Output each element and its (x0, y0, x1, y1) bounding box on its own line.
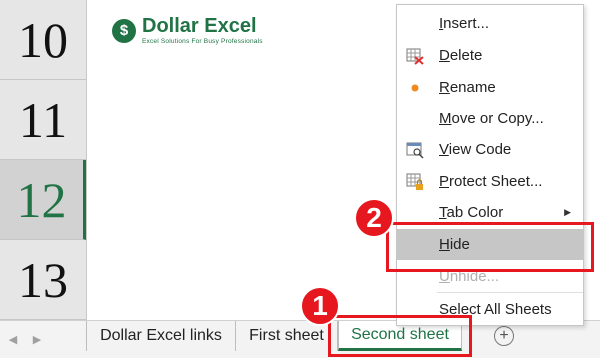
menu-item-label: Delete (439, 47, 483, 64)
plus-circle-icon[interactable]: + (494, 326, 514, 346)
protect-sheet-icon (405, 172, 425, 192)
menu-item-delete[interactable]: Delete (397, 40, 583, 71)
menu-item-insert[interactable]: Insert... (397, 8, 583, 39)
delete-sheet-icon (405, 46, 425, 66)
logo-text: Dollar Excel Excel Solutions For Busy Pr… (142, 16, 263, 45)
tab-dollar-excel-links[interactable]: Dollar Excel links (86, 321, 236, 351)
menu-item-view-code[interactable]: View Code (397, 134, 583, 165)
row-header-column: 10 11 12 13 (0, 0, 87, 320)
row-header-10[interactable]: 10 (0, 0, 86, 80)
dollar-sign-icon: $ (112, 18, 136, 43)
logo-title: Dollar Excel (142, 15, 257, 37)
second-sheet-callout-box (328, 315, 472, 357)
menu-item-move-or-copy[interactable]: Move or Copy... (397, 103, 583, 134)
row-header-11[interactable]: 11 (0, 80, 86, 160)
step-1-badge: 1 (300, 286, 340, 326)
rename-dot-icon (405, 78, 425, 98)
menu-item-label: Move or Copy... (439, 110, 544, 127)
row-header-13[interactable]: 13 (0, 240, 86, 320)
chevron-left-icon[interactable]: ◀ (6, 332, 20, 346)
submenu-arrow-icon: ▶ (564, 207, 571, 217)
hide-callout-box (386, 222, 594, 272)
menu-item-rename[interactable]: Rename (397, 72, 583, 103)
row-header-12[interactable]: 12 (0, 160, 86, 240)
menu-item-label: Tab Color (439, 204, 504, 221)
menu-item-label: View Code (439, 141, 512, 158)
menu-separator (437, 292, 583, 293)
menu-item-protect-sheet[interactable]: Protect Sheet... (397, 166, 583, 197)
chevron-right-icon[interactable]: ▶ (30, 332, 44, 346)
menu-item-label: Rename (439, 79, 496, 96)
dollar-excel-logo: $ Dollar Excel Excel Solutions For Busy … (112, 16, 263, 45)
sheet-context-menu: Insert... Delete Rename Move or Copy... (396, 4, 584, 326)
view-code-icon (405, 140, 425, 160)
menu-item-label: Insert... (439, 15, 490, 32)
menu-item-label: Protect Sheet... (439, 173, 543, 190)
logo-subtitle: Excel Solutions For Busy Professionals (142, 38, 263, 45)
step-2-badge: 2 (354, 198, 394, 238)
